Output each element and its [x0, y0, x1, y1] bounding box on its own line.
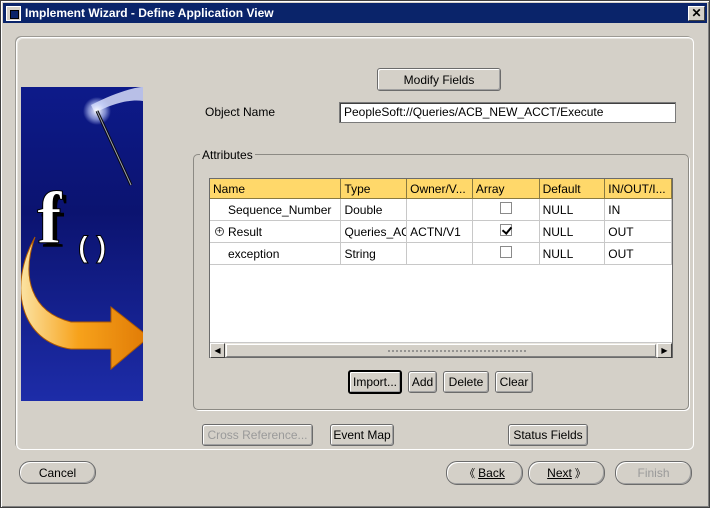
cross-reference-button[interactable]: Cross Reference... [202, 424, 313, 446]
column-header-inout[interactable]: IN/OUT/I... [605, 179, 672, 199]
clear-button[interactable]: Clear [495, 371, 533, 393]
cell-name: exception [210, 243, 342, 264]
wizard-window: Implement Wizard - Define Application Vi… [0, 0, 710, 508]
cell-owner [407, 199, 473, 220]
table-row[interactable]: exception String NULL OUT [210, 243, 672, 265]
function-wand-icon: f f ( ) [21, 87, 143, 371]
scroll-thumb[interactable] [226, 344, 656, 357]
chevrons-left-icon: 《 [464, 468, 476, 480]
cell-owner [407, 243, 473, 264]
cell-array [473, 243, 540, 264]
cell-type: String [341, 243, 408, 264]
modify-fields-button[interactable]: Modify Fields [377, 68, 501, 91]
expand-plus-icon[interactable]: + [215, 227, 224, 236]
cell-array [473, 221, 540, 242]
cell-owner: ACTN/V1 [407, 221, 473, 242]
cell-default: NULL [540, 243, 606, 264]
attributes-table[interactable]: Name Type Owner/V... Array Default IN/OU… [209, 178, 673, 358]
cell-name: + Result [210, 221, 342, 242]
grip-icon [387, 349, 527, 353]
array-checkbox[interactable] [499, 246, 512, 258]
table-row[interactable]: Sequence_Number Double NULL IN [210, 199, 672, 221]
title-bar: Implement Wizard - Define Application Vi… [3, 3, 707, 23]
window-title: Implement Wizard - Define Application Vi… [25, 6, 274, 20]
object-name-field[interactable]: PeopleSoft://Queries/ACB_NEW_ACCT/Execut… [339, 102, 676, 123]
next-button[interactable]: Next 》 [528, 461, 605, 485]
table-horizontal-scrollbar[interactable]: ◀ ▶ [210, 342, 672, 358]
cell-inout: IN [605, 199, 672, 220]
table-row[interactable]: + Result Queries_ACTN/V1 ACTN/V1 NULL OU… [210, 221, 672, 243]
column-header-name[interactable]: Name [210, 179, 342, 199]
svg-text:( ): ( ) [78, 231, 106, 264]
back-button-label: Back [478, 466, 505, 480]
cell-inout: OUT [605, 243, 672, 264]
table-header: Name Type Owner/V... Array Default IN/OU… [210, 179, 672, 199]
status-fields-button[interactable]: Status Fields [508, 424, 588, 446]
finish-button[interactable]: Finish [615, 461, 692, 485]
app-icon [6, 5, 21, 21]
scroll-left-icon[interactable]: ◀ [210, 343, 225, 358]
attributes-group-label: Attributes [200, 148, 255, 162]
column-header-array[interactable]: Array [472, 179, 540, 199]
chevrons-right-icon: 》 [574, 468, 586, 480]
add-button[interactable]: Add [408, 371, 437, 393]
cell-type: Queries_ACTN/V1 [341, 221, 408, 242]
column-header-default[interactable]: Default [539, 179, 606, 199]
next-button-label: Next [547, 466, 572, 480]
array-checkbox[interactable] [499, 224, 512, 236]
cell-type: Double [341, 199, 408, 220]
import-button[interactable]: Import... [348, 370, 402, 394]
event-map-button[interactable]: Event Map [330, 424, 394, 446]
scroll-right-icon[interactable]: ▶ [657, 343, 672, 358]
cell-array [473, 199, 540, 220]
back-button[interactable]: 《 Back [446, 461, 523, 485]
object-name-label: Object Name [205, 105, 276, 119]
array-checkbox[interactable] [499, 202, 512, 214]
function-logo-illustration: f f ( ) [21, 87, 143, 401]
cell-default: NULL [540, 221, 606, 242]
cell-default: NULL [540, 199, 606, 220]
svg-text:f: f [37, 178, 63, 260]
close-button[interactable]: ✕ [688, 5, 705, 21]
column-header-owner[interactable]: Owner/V... [407, 179, 473, 199]
cell-name-text: Result [228, 225, 263, 239]
cell-inout: OUT [605, 221, 672, 242]
cell-name: Sequence_Number [210, 199, 342, 220]
close-icon: ✕ [691, 6, 702, 20]
column-header-type[interactable]: Type [341, 179, 408, 199]
delete-button[interactable]: Delete [443, 371, 489, 393]
cancel-button[interactable]: Cancel [19, 461, 96, 484]
